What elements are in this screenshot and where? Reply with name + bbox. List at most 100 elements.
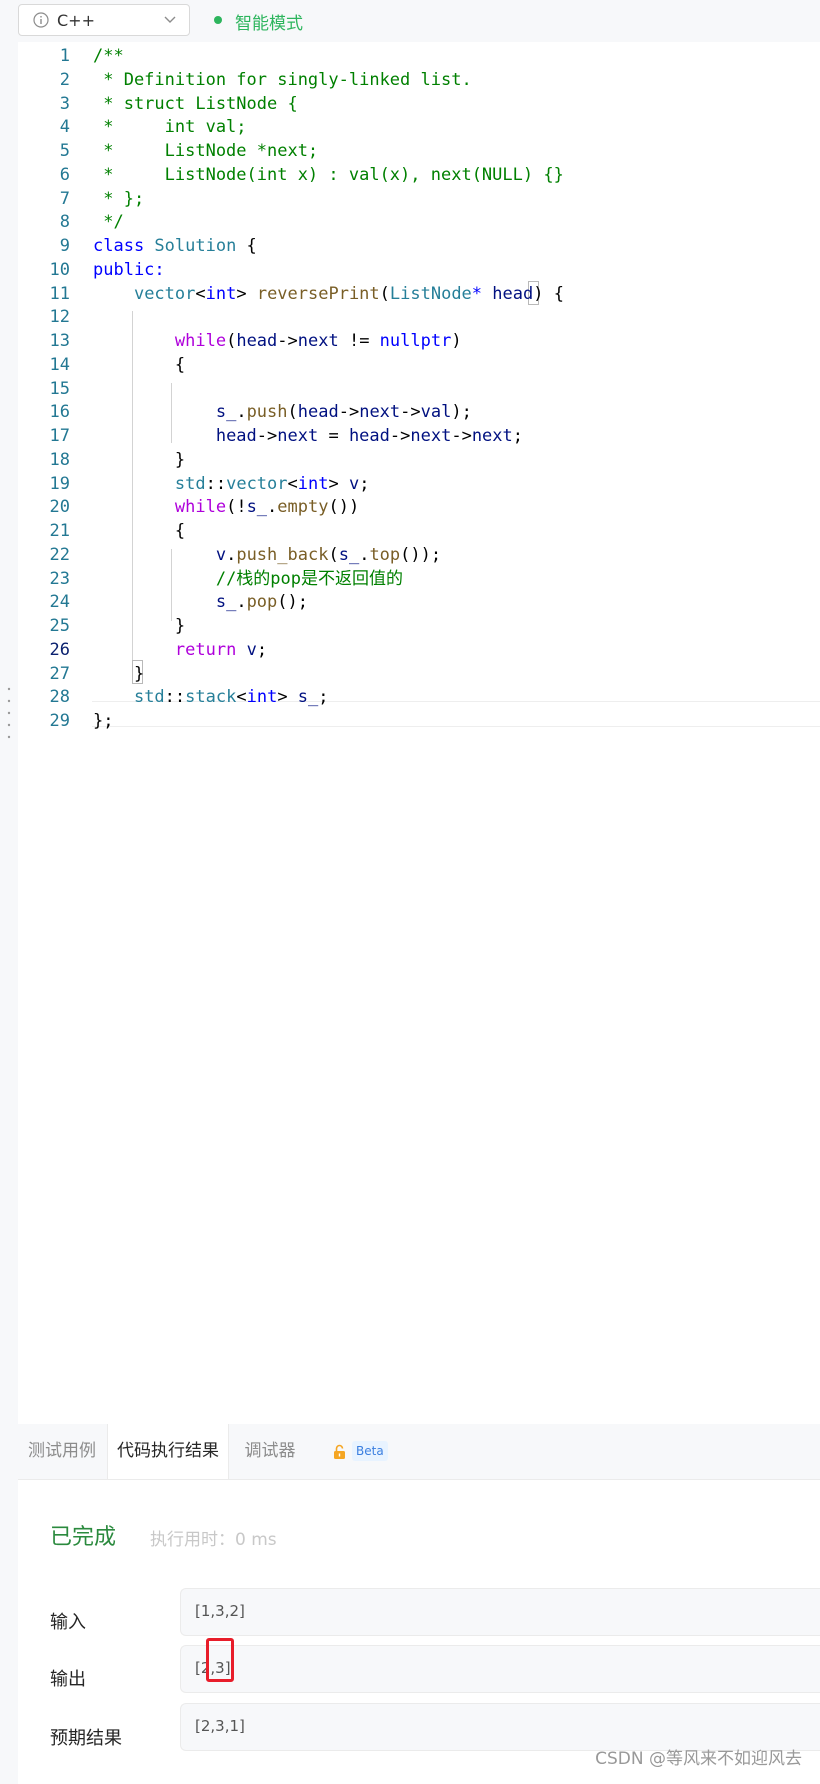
code-line[interactable]: * struct ListNode {	[93, 91, 297, 117]
line-number: 19	[49, 473, 70, 494]
code-line[interactable]: return v;	[93, 637, 267, 663]
input-value: [1,3,2]	[195, 1602, 245, 1620]
chevron-down-icon	[164, 16, 176, 23]
code-token: s_	[338, 544, 360, 565]
code-token: Solution	[154, 236, 237, 256]
code-token: ::	[205, 473, 227, 494]
code-token: };	[93, 711, 114, 731]
line-number: 9	[59, 236, 70, 256]
code-line[interactable]: * ListNode(int x) : val(x), next(NULL) {…	[93, 162, 564, 188]
code-token: ;	[512, 426, 524, 446]
code-line[interactable]: //栈的pop是不返回值的	[93, 566, 403, 592]
input-value-box: [1,3,2]	[180, 1588, 820, 1636]
code-token: }	[93, 449, 186, 470]
code-token: pop	[246, 592, 278, 613]
code-token: * int val;	[93, 117, 247, 138]
line-number: 4	[59, 117, 70, 138]
code-token: (	[287, 402, 298, 423]
unlock-icon	[334, 1444, 345, 1459]
code-token: ->	[256, 426, 278, 446]
code-editor[interactable]: 1 2 3 4 5 6 7 8 9 10 11 12 13 14 15 16 17 18 19 20 21 22 23 24 2…	[18, 42, 820, 1424]
code-line[interactable]: * };	[93, 186, 144, 212]
language-value: C++	[57, 11, 95, 30]
code-line[interactable]: };	[93, 708, 113, 734]
code-line[interactable]: head->next = head->next->next;	[93, 423, 523, 449]
code-token: vector	[133, 283, 196, 304]
code-token: int	[205, 283, 237, 304]
code-token: {	[93, 354, 186, 375]
line-number: 5	[59, 141, 70, 161]
code-line[interactable]: /**	[93, 43, 124, 69]
code-token: >	[277, 687, 298, 708]
code-token: ;	[318, 687, 329, 708]
code-line[interactable]: std::vector<int> v;	[93, 471, 370, 497]
code-line[interactable]: while(head->next != nullptr)	[93, 328, 462, 354]
panel-tabs: 测试用例 代码执行结果 调试器 Beta	[18, 1424, 820, 1480]
line-number: 28	[49, 687, 70, 708]
code-token: int	[297, 473, 329, 494]
code-token: head	[215, 426, 257, 446]
code-token: * Definition for singly-linked list.	[93, 69, 472, 90]
code-token: head	[297, 402, 339, 423]
code-token: * ListNode *next;	[93, 141, 319, 161]
code-line[interactable]: while(!s_.empty())	[93, 494, 359, 520]
line-number: 11	[49, 283, 70, 304]
code-line[interactable]: s_.push(head->next->val);	[93, 399, 472, 425]
input-label: 输入	[50, 1612, 86, 1633]
code-line[interactable]: {	[93, 518, 185, 544]
code-line[interactable]: s_.pop();	[93, 589, 308, 615]
tab-label: 调试器	[244, 1441, 296, 1461]
code-token: std	[133, 687, 165, 708]
line-number: 17	[49, 426, 70, 446]
tab-debugger[interactable]: 调试器	[240, 1424, 300, 1479]
code-line[interactable]: * Definition for singly-linked list.	[93, 67, 472, 93]
code-line[interactable]: * ListNode *next;	[93, 138, 318, 164]
code-line[interactable]: {	[93, 352, 185, 378]
code-token: .	[267, 497, 278, 518]
code-line[interactable]: vector<int> reversePrint(ListNode* head)…	[93, 281, 564, 307]
code-line[interactable]: std::stack<int> s_;	[93, 684, 329, 710]
code-token: stack	[185, 687, 237, 708]
code-token: .	[359, 544, 370, 565]
line-number: 26	[49, 639, 70, 660]
code-token: }	[93, 616, 186, 636]
run-time: 执行用时：0 ms	[150, 1530, 277, 1550]
code-line[interactable]: */	[93, 209, 123, 235]
code-line[interactable]: }	[93, 661, 144, 687]
code-line[interactable]: }	[93, 613, 185, 639]
code-token: * };	[93, 188, 145, 209]
line-number: 23	[49, 568, 70, 589]
line-number: 22	[49, 544, 70, 565]
code-token: ->	[277, 331, 298, 351]
code-line[interactable]: public:	[93, 257, 165, 283]
code-token: val	[420, 402, 452, 423]
expected-label: 预期结果	[50, 1728, 122, 1749]
code-token: }	[93, 663, 145, 684]
line-number: 14	[49, 354, 70, 375]
editor-toolbar: C++ 智能模式	[0, 0, 820, 43]
language-select[interactable]: C++	[18, 4, 190, 36]
smart-mode-toggle[interactable]: 智能模式	[235, 9, 303, 34]
code-line[interactable]: v.push_back(s_.top());	[93, 542, 441, 568]
code-token: =	[318, 426, 349, 446]
code-token: vector	[226, 473, 288, 494]
code-token: {	[93, 521, 186, 541]
code-line[interactable]: * int val;	[93, 114, 247, 140]
line-number: 12	[49, 307, 70, 328]
code-line[interactable]: }	[93, 447, 185, 473]
drag-handle-icon[interactable]	[6, 685, 12, 745]
line-number: 2	[59, 69, 70, 90]
code-token: ())	[328, 497, 360, 518]
tab-run-result[interactable]: 代码执行结果	[107, 1424, 229, 1479]
code-token: next	[297, 331, 339, 351]
tab-test-cases[interactable]: 测试用例	[18, 1424, 106, 1479]
code-line[interactable]: class Solution {	[93, 233, 257, 259]
code-token: )	[451, 331, 462, 351]
code-token: public:	[93, 259, 165, 280]
run-status: 已完成	[50, 1525, 117, 1550]
